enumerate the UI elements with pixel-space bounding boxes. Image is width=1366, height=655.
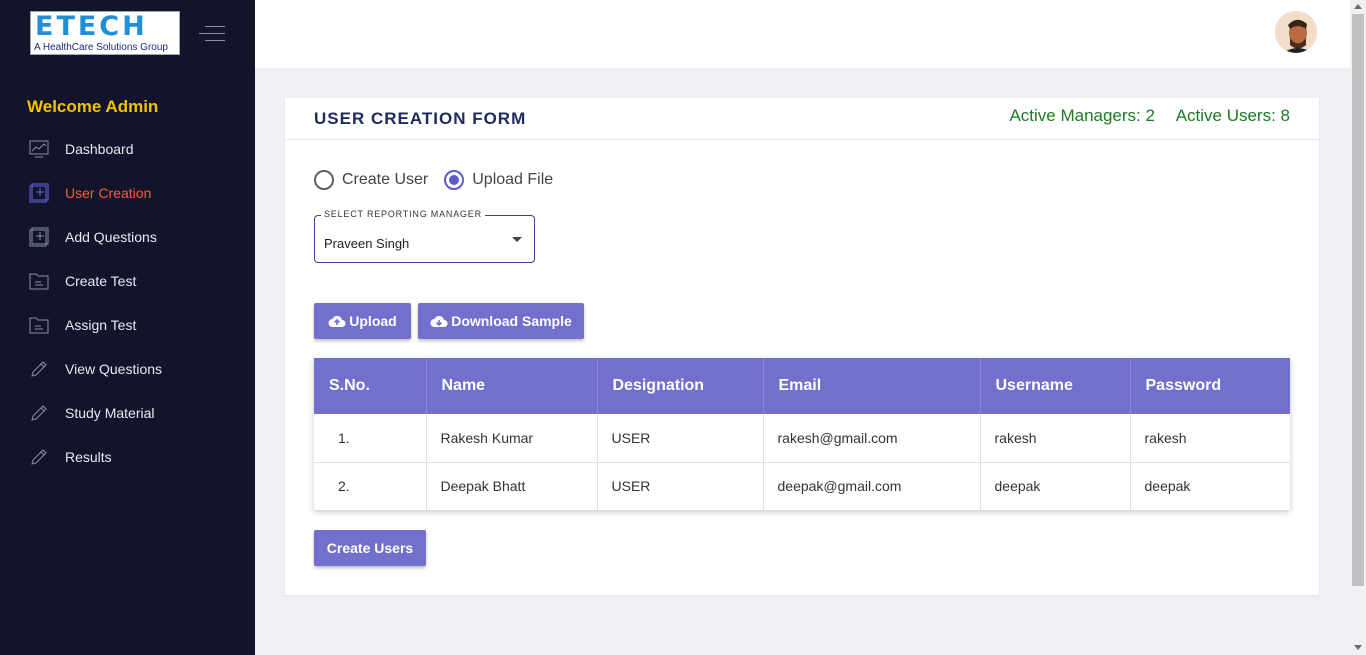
reporting-manager-select[interactable]: SELECT REPORTING MANAGER Praveen Singh [314, 209, 535, 263]
etech-logo[interactable]: ETECH A HealthCare Solutions Group [30, 11, 180, 55]
sidebar-item-study-material[interactable]: Study Material [0, 391, 255, 435]
sidebar-item-label: View Questions [65, 361, 163, 377]
cell-password: rakesh [1130, 414, 1290, 463]
top-bar [255, 0, 1350, 68]
sidebar-item-label: Assign Test [65, 317, 137, 333]
cell-email: rakesh@gmail.com [763, 414, 981, 463]
radio-unchecked-icon [314, 170, 334, 190]
download-sample-button[interactable]: Download Sample [418, 303, 584, 339]
cell-sno: 1. [314, 414, 427, 463]
sidebar-item-dashboard[interactable]: Dashboard [0, 127, 255, 171]
scroll-thumb[interactable] [1352, 14, 1364, 586]
menu-toggle-icon[interactable] [199, 26, 225, 42]
cell-name: Rakesh Kumar [426, 414, 598, 463]
add-square-icon [29, 227, 49, 247]
cell-username: rakesh [980, 414, 1131, 463]
cloud-upload-icon [328, 315, 346, 327]
pencil-icon [29, 447, 49, 467]
column-header-name: Name [426, 358, 598, 414]
cell-designation: USER [597, 414, 764, 463]
folder-icon [29, 315, 49, 335]
table-row: 1. Rakesh Kumar USER rakesh@gmail.com ra… [314, 414, 1290, 463]
sidebar-item-label: Add Questions [65, 229, 157, 245]
sidebar-item-add-questions[interactable]: Add Questions [0, 215, 255, 259]
folder-icon [29, 271, 49, 291]
stats: Active Managers: 2 Active Users: 8 [993, 106, 1290, 126]
add-square-icon [29, 183, 49, 203]
radio-checked-icon [444, 170, 465, 190]
user-avatar[interactable] [1275, 11, 1317, 53]
page-scrollbar[interactable] [1350, 0, 1366, 655]
scroll-down-arrow-icon[interactable] [1354, 645, 1362, 650]
create-user-radio[interactable]: Create User [314, 170, 428, 190]
download-label: Download Sample [451, 313, 572, 329]
mode-radio-group: Create User Upload File [314, 170, 569, 190]
cell-sno: 2. [314, 462, 427, 510]
column-header-sno: S.No. [314, 358, 427, 414]
page-title: USER CREATION FORM [314, 109, 527, 128]
card-header: USER CREATION FORM Active Managers: 2 Ac… [285, 98, 1319, 140]
users-table: S.No. Name Designation Email Username Pa… [314, 358, 1290, 510]
sidebar-item-results[interactable]: Results [0, 435, 255, 479]
cell-username: deepak [980, 462, 1131, 510]
create-users-button[interactable]: Create Users [314, 530, 426, 566]
table-row: 2. Deepak Bhatt USER deepak@gmail.com de… [314, 462, 1290, 510]
sidebar-item-user-creation[interactable]: User Creation [0, 171, 255, 215]
sidebar-item-label: Dashboard [65, 141, 134, 157]
column-header-username: Username [980, 358, 1131, 414]
pencil-icon [29, 359, 49, 379]
cloud-download-icon [430, 315, 448, 327]
caret-down-icon [512, 237, 522, 242]
column-header-password: Password [1130, 358, 1290, 414]
cell-password: deepak [1144, 478, 1191, 495]
sidebar-item-assign-test[interactable]: Assign Test [0, 303, 255, 347]
scroll-up-arrow-icon[interactable] [1354, 4, 1362, 9]
radio-label: Create User [342, 171, 429, 188]
cell-name: Deepak Bhatt [426, 462, 598, 510]
cell-designation: USER [597, 462, 764, 510]
select-value: Praveen Singh [324, 236, 410, 251]
sidebar-nav: Dashboard User Creation Add Questions Cr… [0, 127, 255, 479]
sidebar-item-label: Results [65, 449, 112, 465]
sidebar-item-label: User Creation [65, 185, 152, 201]
welcome-text: Welcome Admin [27, 97, 159, 116]
dashboard-icon [29, 139, 49, 159]
sidebar-item-create-test[interactable]: Create Test [0, 259, 255, 303]
upload-button[interactable]: Upload [314, 303, 411, 339]
cell-email: deepak@gmail.com [763, 462, 981, 510]
table-header-row: S.No. Name Designation Email Username Pa… [314, 358, 1290, 414]
radio-label: Upload File [472, 171, 554, 188]
column-header-email: Email [763, 358, 981, 414]
sidebar: ETECH A HealthCare Solutions Group Welco… [0, 0, 255, 655]
upload-label: Upload [349, 313, 397, 329]
pencil-icon [29, 403, 49, 423]
logo-subtitle: A HealthCare Solutions Group [34, 42, 168, 53]
active-users-count: Active Users: 8 [1175, 106, 1290, 125]
select-label: SELECT REPORTING MANAGER [321, 209, 485, 219]
user-creation-card: USER CREATION FORM Active Managers: 2 Ac… [285, 98, 1319, 595]
column-header-designation: Designation [597, 358, 764, 414]
create-users-label: Create Users [326, 540, 414, 556]
active-managers-count: Active Managers: 2 [1009, 106, 1155, 125]
sidebar-item-label: Create Test [65, 273, 137, 289]
sidebar-item-label: Study Material [65, 405, 155, 421]
upload-file-radio[interactable]: Upload File [444, 170, 553, 190]
sidebar-item-view-questions[interactable]: View Questions [0, 347, 255, 391]
logo-text: ETECH [35, 11, 148, 42]
